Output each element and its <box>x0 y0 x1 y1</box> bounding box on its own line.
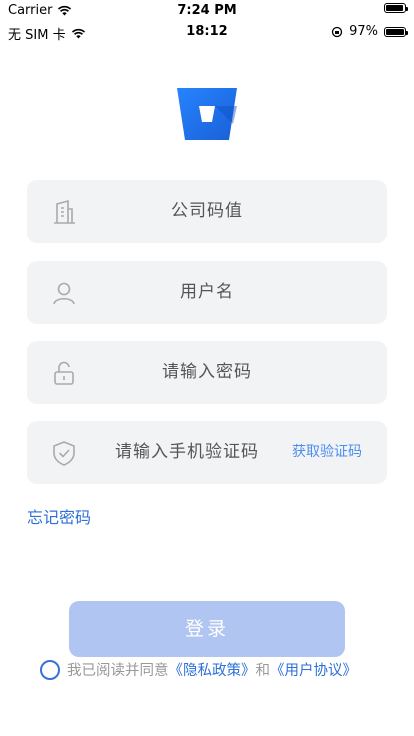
username-field[interactable]: 用户名 <box>27 261 387 324</box>
agreement-row: 我已阅读并同意 《隐私政策》 和 《用户协议》 <box>40 659 357 680</box>
company-code-field[interactable]: 公司码值 <box>27 180 387 243</box>
user-agreement-link[interactable]: 《用户协议》 <box>270 659 357 680</box>
login-button[interactable]: 登录 <box>69 601 345 657</box>
get-code-button[interactable]: 获取验证码 <box>292 421 362 484</box>
sms-code-input[interactable]: 请输入手机验证码 <box>77 421 297 484</box>
agreement-prefix: 我已阅读并同意 <box>67 663 169 679</box>
status-time: 7:24 PM <box>177 3 237 18</box>
sms-code-field[interactable]: 请输入手机验证码 获取验证码 <box>27 421 387 484</box>
password-input[interactable]: 请输入密码 <box>27 341 387 404</box>
battery-icon <box>384 3 408 13</box>
forgot-password-link[interactable]: 忘记密码 <box>27 504 91 528</box>
status-bar-inner: 无 SIM 卡 18:12 97% <box>0 20 414 44</box>
bitbucket-logo-icon <box>177 88 237 140</box>
privacy-policy-link[interactable]: 《隐私政策》 <box>169 659 256 680</box>
shield-check-icon <box>53 441 75 466</box>
password-field[interactable]: 请输入密码 <box>27 341 387 404</box>
status-bar-outer: Carrier 7:24 PM <box>0 0 414 20</box>
battery-percent: 97% <box>349 24 378 39</box>
agreement-checkbox[interactable] <box>40 659 60 680</box>
company-code-input[interactable]: 公司码值 <box>27 180 387 243</box>
username-input[interactable]: 用户名 <box>27 261 387 324</box>
agreement-and: 和 <box>255 663 271 679</box>
battery-icon <box>384 26 408 37</box>
orientation-lock-icon <box>331 26 343 37</box>
